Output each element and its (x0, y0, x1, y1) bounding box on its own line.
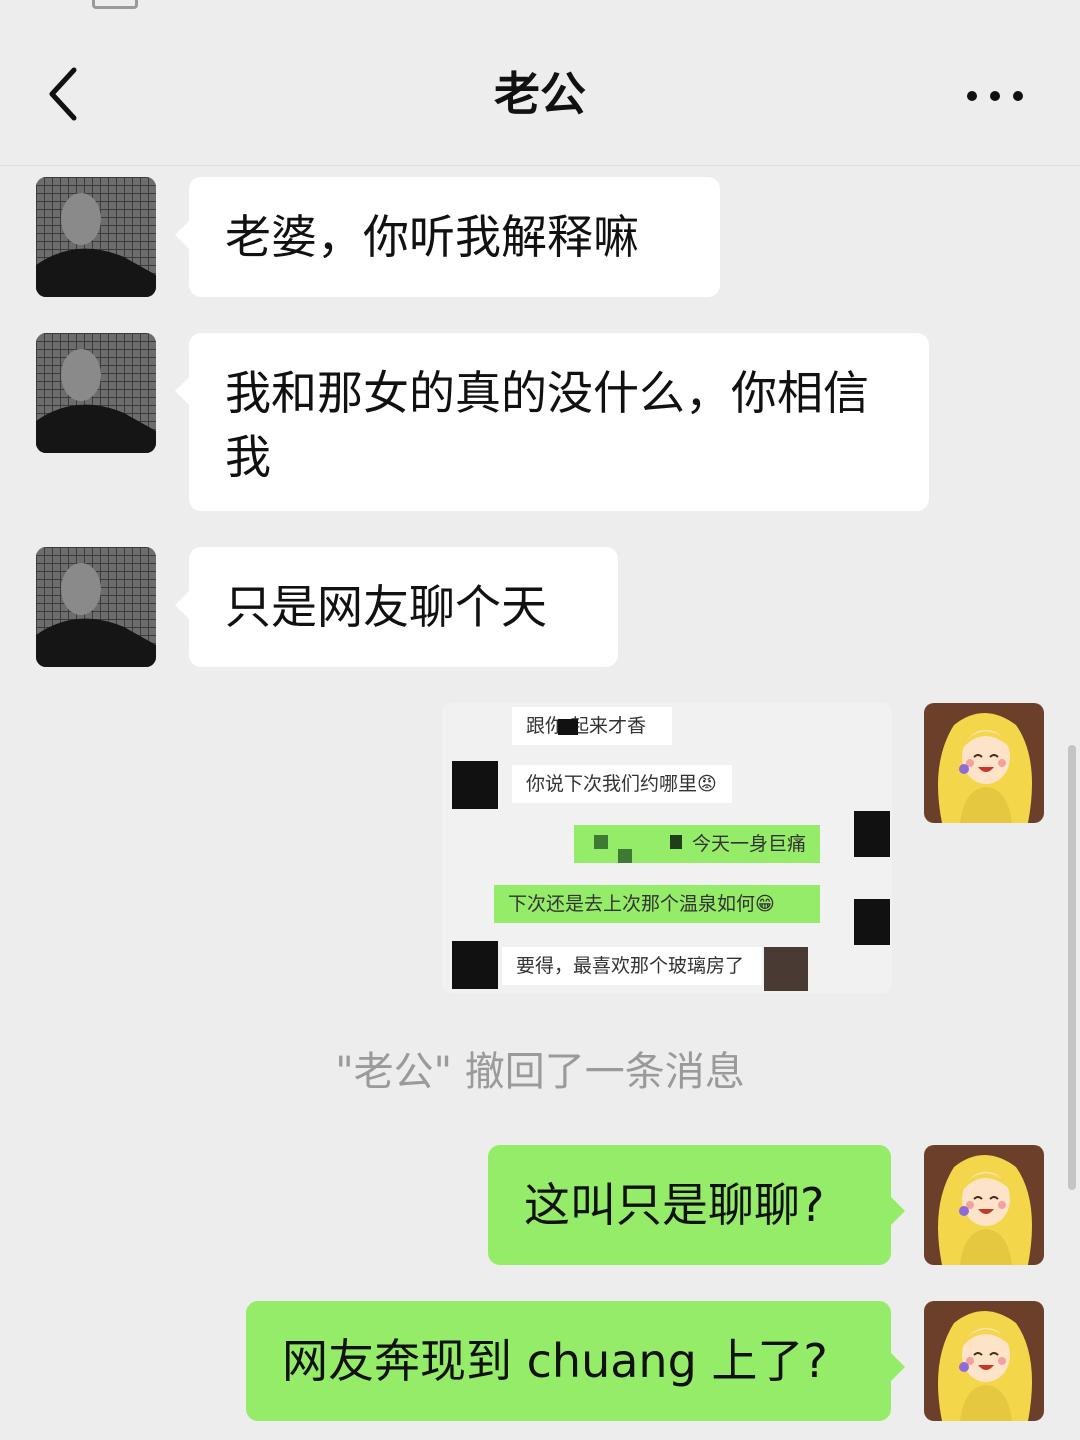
screenshot-row: 你说下次我们约哪里😡 (512, 765, 732, 803)
message-text: 我和那女的真的没什么，你相信我 (225, 366, 869, 484)
more-button[interactable] (960, 72, 1030, 120)
screenshot-row: 今天一身巨痛 (574, 825, 820, 863)
my-avatar[interactable] (924, 703, 1044, 823)
screenshot-row: 要得，最喜欢那个玻璃房了 (502, 947, 762, 985)
screenshot-row: 跟你 起来才香 (512, 707, 672, 745)
message-bubble[interactable]: 网友奔现到 chuang 上了? (246, 1301, 905, 1421)
message-text: 这叫只是聊聊? (524, 1178, 825, 1232)
message-text: 只是网友聊个天 (225, 580, 547, 634)
my-avatar[interactable] (924, 1145, 1044, 1265)
my-avatar[interactable] (924, 1301, 1044, 1421)
contact-avatar[interactable] (36, 547, 156, 667)
recall-notice: "老公" 撤回了一条消息 (335, 1049, 745, 1095)
message-bubble[interactable]: 老婆，你听我解释嘛 (175, 177, 720, 297)
scrollbar[interactable] (1068, 745, 1076, 1190)
screenshot-row: 下次还是去上次那个温泉如何😁 (494, 885, 820, 923)
contact-avatar[interactable] (36, 177, 156, 297)
more-dots-icon (967, 91, 1023, 101)
message-bubble[interactable]: 我和那女的真的没什么，你相信我 (175, 333, 929, 511)
chat-title: 老公 (494, 67, 586, 121)
status-bar-icon (92, 0, 138, 9)
message-bubble[interactable]: 只是网友聊个天 (175, 547, 618, 667)
message-bubble[interactable]: 这叫只是聊聊? (488, 1145, 905, 1265)
chat-header: 老公 (0, 0, 1080, 166)
message-text: 老婆，你听我解释嘛 (225, 210, 639, 264)
contact-avatar[interactable] (36, 333, 156, 453)
screenshot-image[interactable]: 跟你 起来才香 你说下次我们约哪里😡 今天一身巨痛 下次还是去上次那个温泉如何😁… (442, 703, 892, 993)
message-text: 网友奔现到 chuang 上了? (282, 1334, 828, 1388)
